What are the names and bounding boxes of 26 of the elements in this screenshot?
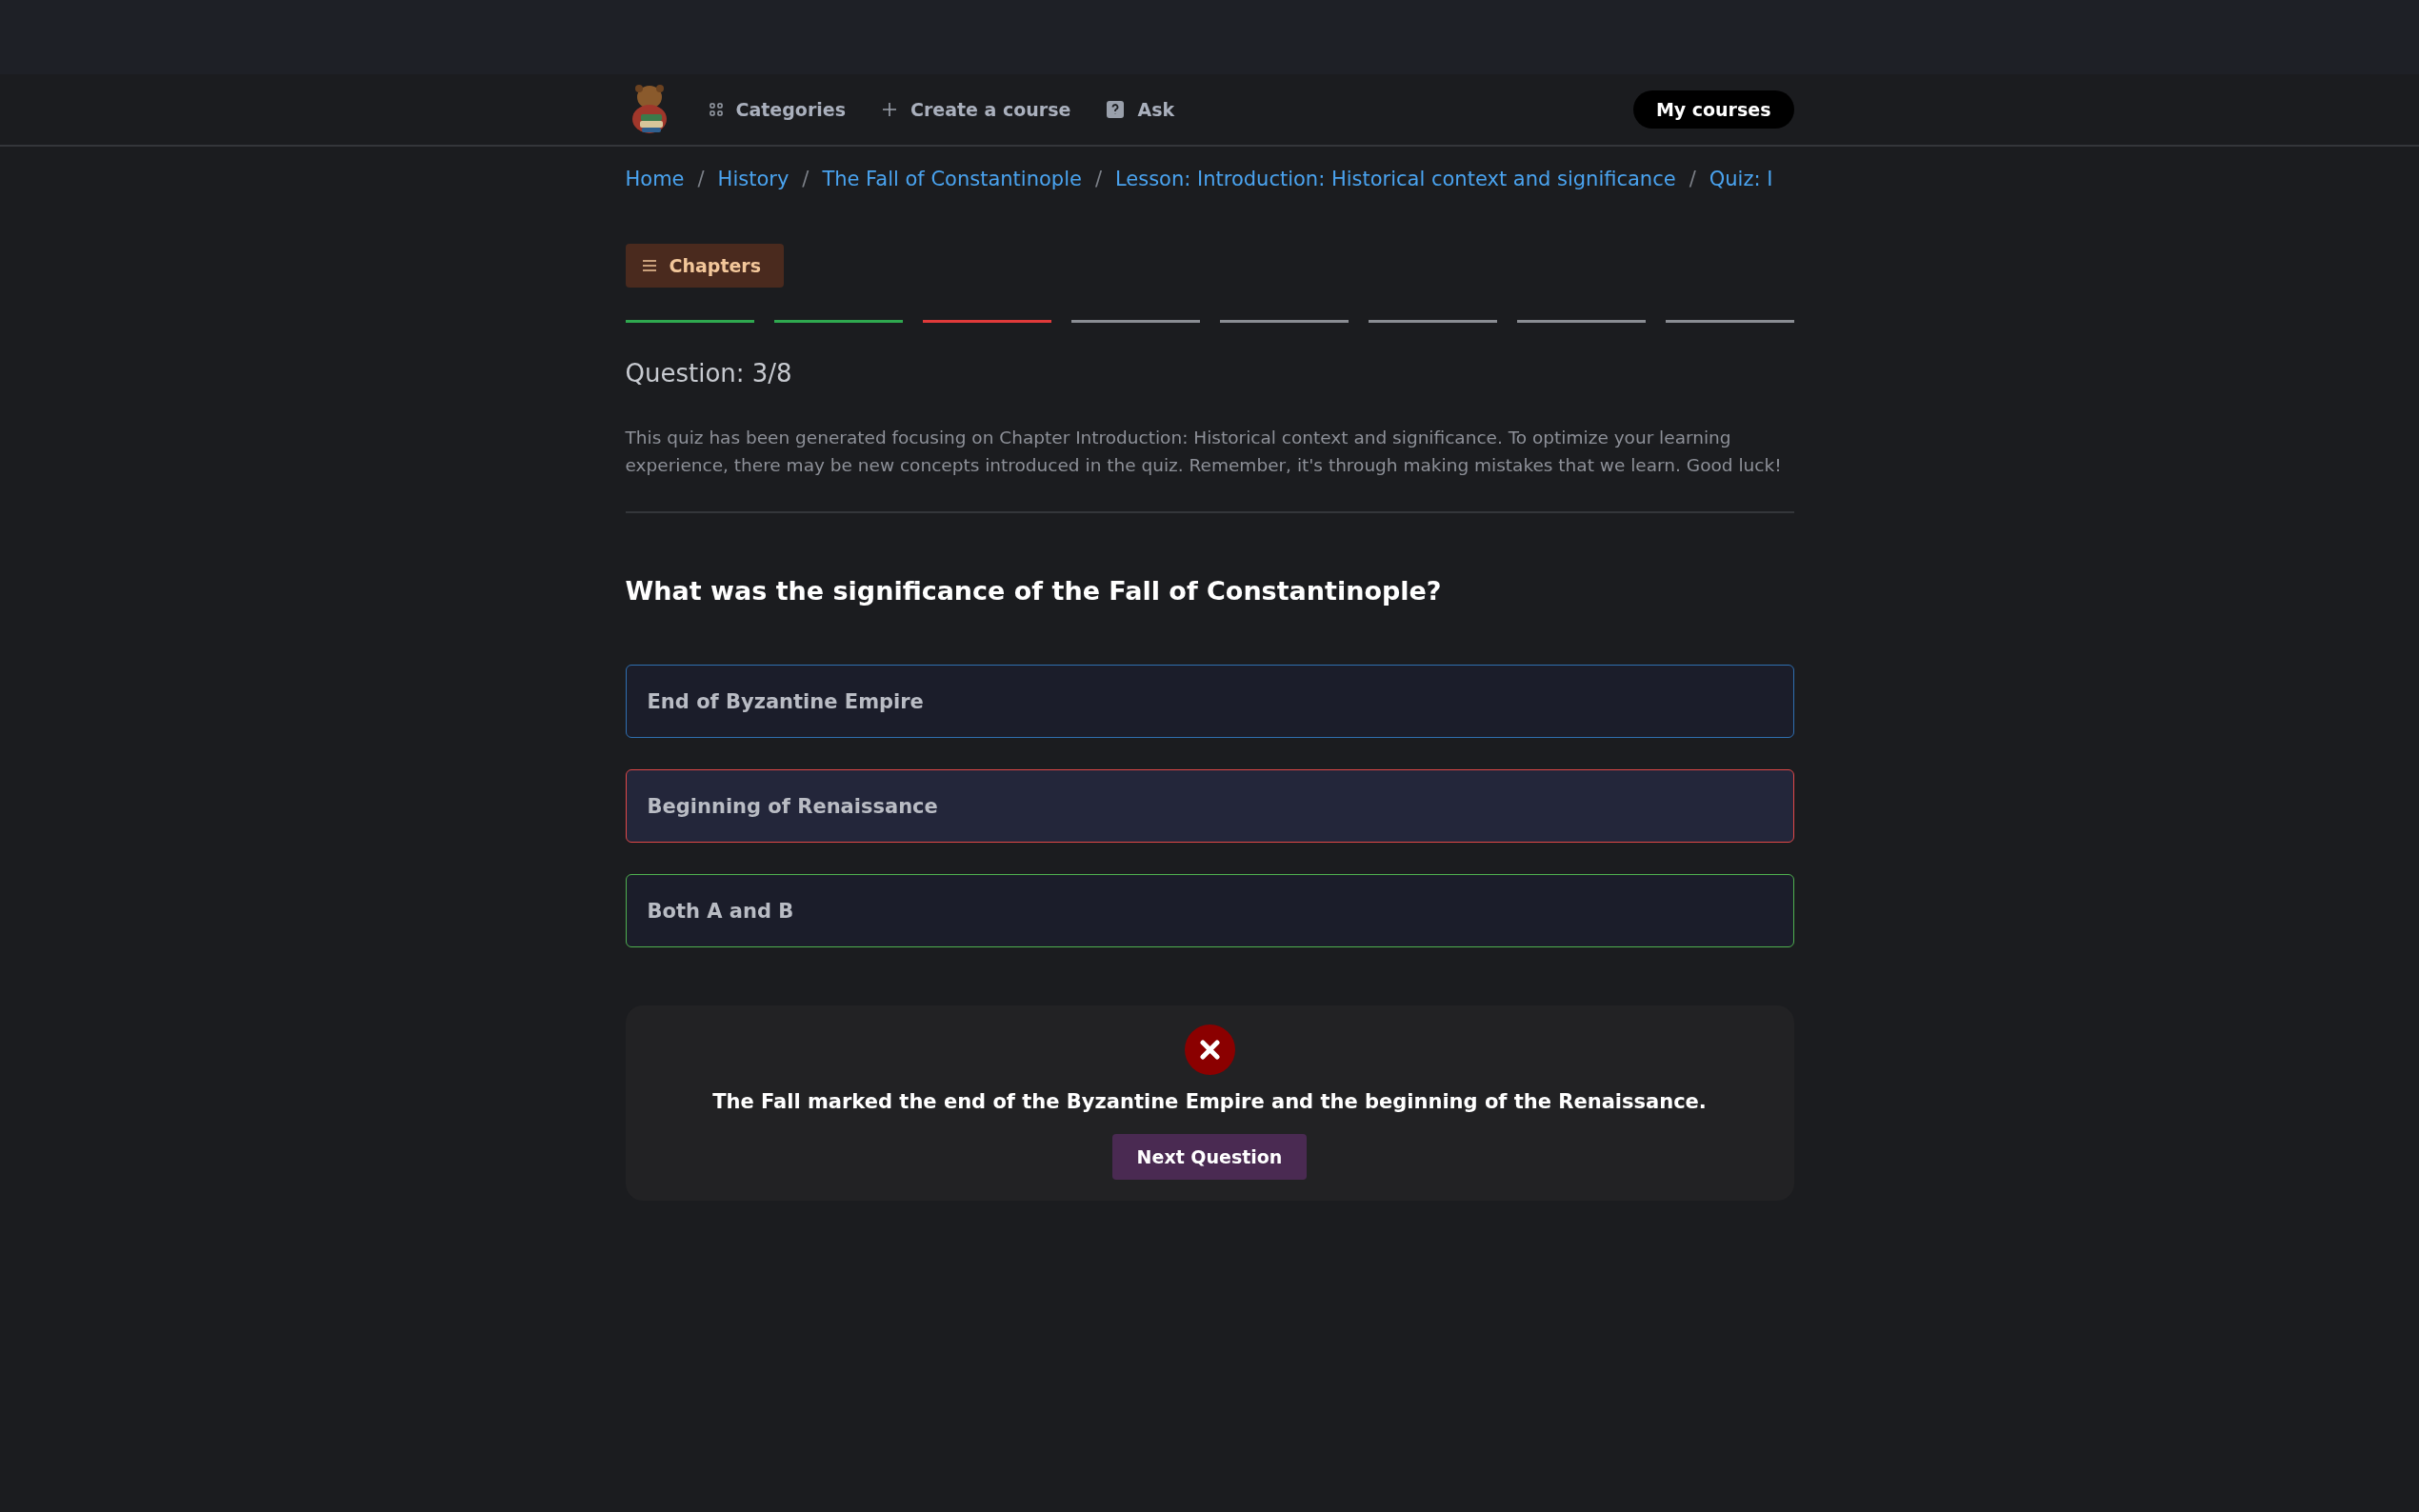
feedback-text: The Fall marked the end of the Byzantine Empire and the beginning of the Renaissance. (712, 1090, 1707, 1113)
next-question-button[interactable]: Next Question (1111, 1134, 1308, 1180)
nav-link[interactable]: Create a course (881, 99, 1071, 120)
breadcrumb-link[interactable]: The Fall of Constantinople (822, 168, 1082, 190)
breadcrumb-separator: / (697, 168, 705, 190)
nav-link[interactable]: Categories (709, 99, 846, 120)
quiz-intro: This quiz has been generated focusing on Chapter Introduction: Historical context and significance. To optimize your learning experience, there may be new concepts introduced in the quiz. Remember, it's through making mistakes that we learn. Good luck! (625, 427, 1783, 477)
answer-option[interactable]: End of Byzantine Empire (625, 665, 1794, 738)
answer-option[interactable]: Both A and B (625, 874, 1794, 947)
breadcrumb-link[interactable]: Quiz: I (1709, 168, 1773, 190)
menu-icon (642, 260, 656, 271)
breadcrumb-link[interactable]: Home (625, 168, 685, 190)
question-text: What was the significance of the Fall of Constantinople? (625, 576, 1443, 606)
breadcrumb-separator: / (1689, 168, 1696, 190)
grid-icon (709, 103, 723, 116)
my-courses-button[interactable]: My courses (1632, 90, 1794, 129)
breadcrumb-separator: / (1094, 168, 1102, 190)
nav-link[interactable]: Ask (1107, 99, 1175, 120)
plus-icon (881, 102, 897, 117)
breadcrumb-link[interactable]: Lesson: Introduction: Historical context and significance (1114, 168, 1676, 190)
breadcrumb-link[interactable]: History (717, 168, 790, 190)
answer-option[interactable]: Beginning of Renaissance (625, 769, 1794, 843)
chapters-button[interactable]: Chapters (625, 244, 785, 288)
question-counter: Question: 3/8 (625, 359, 793, 388)
breadcrumb-separator: / (802, 168, 810, 190)
question-icon (1107, 101, 1125, 118)
